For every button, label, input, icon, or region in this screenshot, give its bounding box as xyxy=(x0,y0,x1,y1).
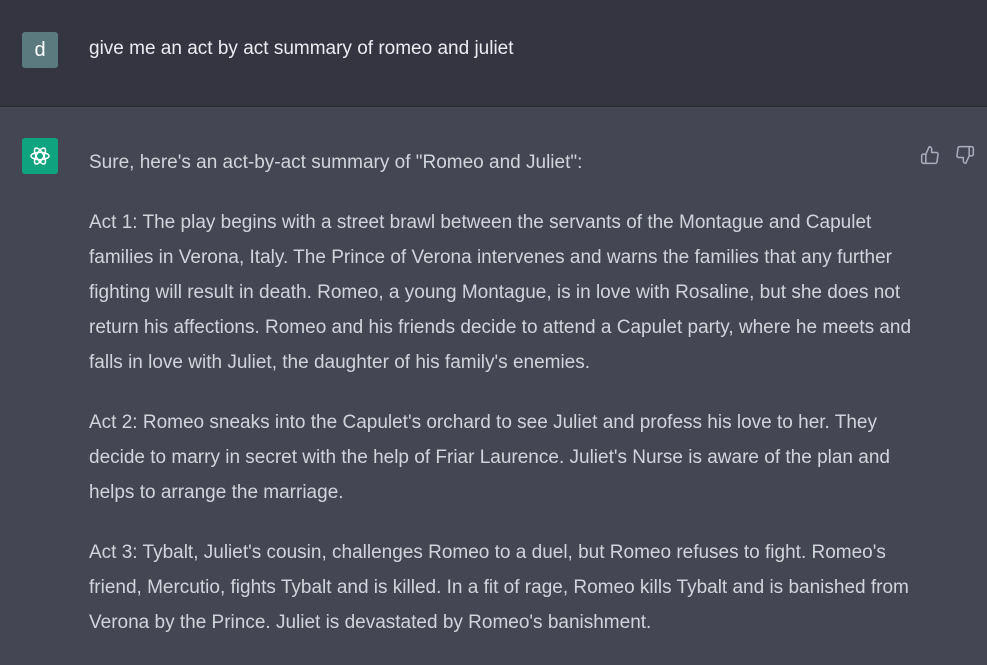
thumbs-down-button[interactable] xyxy=(953,143,977,167)
act-1-summary: Act 1: The play begins with a street bra… xyxy=(89,212,912,373)
user-message-text: give me an act by act summary of romeo a… xyxy=(89,38,514,59)
user-message-row: d give me an act by act summary of romeo… xyxy=(0,0,987,107)
assistant-message-row: Sure, here's an act-by-act summary of "R… xyxy=(0,107,987,645)
thumbs-up-icon xyxy=(920,145,939,165)
user-avatar: d xyxy=(22,32,58,68)
act-3-summary: Act 3: Tybalt, Juliet's cousin, challeng… xyxy=(89,542,909,633)
thumbs-down-icon xyxy=(956,145,975,165)
openai-logo-icon xyxy=(30,147,50,165)
thumbs-up-button[interactable] xyxy=(918,143,942,167)
act-2-summary: Act 2: Romeo sneaks into the Capulet's o… xyxy=(89,412,890,503)
assistant-intro: Sure, here's an act-by-act summary of "R… xyxy=(89,152,583,173)
assistant-avatar xyxy=(22,138,58,174)
assistant-message-content: Sure, here's an act-by-act summary of "R… xyxy=(89,145,919,665)
